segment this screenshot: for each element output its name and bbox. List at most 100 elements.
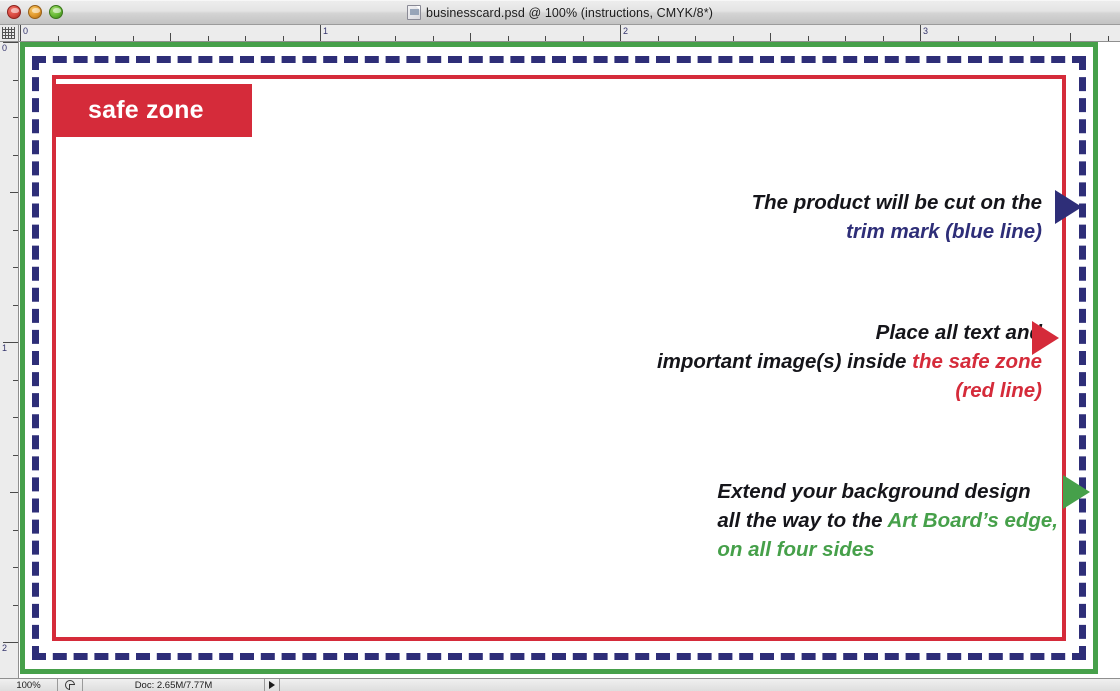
ruler-tick — [1107, 36, 1109, 41]
ruler-tick — [13, 604, 18, 606]
annotation-text: important image(s) inside — [656, 350, 913, 373]
annotation-line: (red line) — [657, 376, 1042, 405]
annotation-text: Place all text and — [875, 321, 1042, 344]
zoom-level-value: 100% — [16, 679, 41, 691]
horizontal-ruler[interactable]: 0 1 2 3 — [19, 25, 1120, 42]
annotation-line: The product will be cut on the — [752, 188, 1042, 217]
ruler-tick — [657, 36, 659, 41]
zoom-level-field[interactable]: 100% — [0, 679, 58, 691]
arrow-right-icon-safe — [1032, 321, 1059, 355]
ruler-tick — [13, 267, 18, 268]
ruler-label: 3 — [923, 26, 929, 36]
close-button[interactable] — [7, 5, 21, 19]
ruler-tick — [957, 36, 959, 41]
annotation-text: all the way to the — [717, 509, 888, 532]
annotation-safe-zone: Place all text and important image(s) in… — [657, 318, 1042, 405]
ruler-tick — [10, 492, 18, 493]
ruler-tick — [582, 36, 584, 41]
ruler-tick — [732, 36, 734, 41]
ruler-label: 2 — [2, 643, 8, 653]
document-canvas[interactable]: safe zone The product will be cut on the… — [19, 42, 1120, 678]
ruler-label: 1 — [323, 26, 329, 36]
ruler-tick — [770, 33, 771, 41]
ruler-tick — [395, 36, 396, 41]
ruler-tick — [432, 36, 434, 41]
ruler-tick — [320, 25, 321, 41]
annotation-text: The product will be cut on the — [751, 191, 1042, 214]
annotation-line: all the way to the Art Board’s edge, — [717, 506, 1058, 535]
ruler-label: 0 — [2, 43, 8, 53]
minimize-button[interactable] — [28, 5, 42, 19]
ruler-tick — [282, 36, 284, 41]
ruler-tick — [920, 25, 921, 41]
ruler-label: 1 — [2, 343, 8, 353]
document-info-icon[interactable] — [58, 679, 83, 691]
photoshop-document-icon — [407, 5, 422, 20]
annotation-text-highlight: the safe zone — [912, 350, 1042, 373]
ruler-tick — [13, 154, 18, 156]
annotation-bleed: Extend your background design all the wa… — [717, 477, 1058, 564]
arrow-right-icon-bleed — [1063, 475, 1090, 509]
vertical-ruler[interactable]: 0 1 2 — [0, 42, 19, 678]
annotation-text-highlight: Art Board’s edge, — [887, 509, 1059, 532]
status-bar-filler — [280, 679, 1120, 691]
ruler-tick — [507, 36, 509, 41]
safe-zone-badge-label: safe zone — [88, 96, 204, 124]
ruler-tick — [845, 36, 846, 41]
safe-zone-badge: safe zone — [52, 84, 252, 137]
annotation-trim-mark: The product will be cut on the trim mark… — [752, 188, 1042, 246]
ruler-tick — [13, 229, 18, 231]
document-size-field[interactable]: Doc: 2.65M/7.77M — [83, 679, 265, 691]
ruler-tick — [10, 192, 18, 193]
right-triangle-icon — [269, 681, 275, 689]
zoom-button[interactable] — [49, 5, 63, 19]
ruler-tick — [1032, 36, 1034, 41]
ruler-tick — [13, 304, 18, 306]
photoshop-document-window: businesscard.psd @ 100% (instructions, C… — [0, 0, 1120, 691]
status-bar: 100% Doc: 2.65M/7.77M — [0, 678, 1120, 691]
document-info-glyph — [65, 680, 75, 690]
ruler-tick — [245, 36, 246, 41]
ruler-tick — [995, 36, 996, 41]
ruler-tick — [357, 36, 359, 41]
ruler-unit-corner[interactable] — [0, 25, 19, 42]
ruler-tick — [470, 33, 471, 41]
ruler-tick — [545, 36, 546, 41]
ruler-tick — [13, 567, 18, 568]
ruler-tick — [132, 36, 134, 41]
ruler-tick — [13, 529, 18, 531]
annotation-line: Extend your background design — [717, 477, 1058, 506]
annotation-line: important image(s) inside the safe zone — [657, 347, 1042, 376]
annotation-line: trim mark (blue line) — [752, 217, 1042, 246]
document-size-value: Doc: 2.65M/7.77M — [134, 679, 213, 691]
window-title: businesscard.psd @ 100% (instructions, C… — [426, 5, 713, 20]
ruler-tick — [20, 25, 21, 41]
ruler-tick — [170, 33, 171, 41]
ruler-label: 0 — [23, 26, 29, 36]
ruler-tick — [13, 117, 18, 118]
ruler-tick — [57, 36, 59, 41]
ruler-tick — [13, 379, 18, 381]
ruler-tick — [95, 36, 96, 41]
ruler-tick — [695, 36, 696, 41]
ruler-tick — [13, 454, 18, 456]
annotation-text-highlight: (red line) — [955, 379, 1042, 402]
window-controls — [7, 5, 63, 19]
annotation-text-highlight: trim mark (blue line) — [846, 220, 1042, 243]
status-expand-button[interactable] — [265, 679, 280, 691]
ruler-tick — [1070, 33, 1071, 41]
arrow-right-icon-trim — [1055, 190, 1082, 224]
window-title-bar[interactable]: businesscard.psd @ 100% (instructions, C… — [0, 0, 1120, 25]
window-title-group: businesscard.psd @ 100% (instructions, C… — [0, 0, 1120, 25]
ruler-tick — [620, 25, 621, 41]
ruler-label: 2 — [623, 26, 629, 36]
ruler-tick — [807, 36, 809, 41]
ruler-tick — [13, 79, 18, 81]
annotation-text-highlight: on all four sides — [717, 538, 875, 561]
ruler-tick — [882, 36, 884, 41]
ruler-tick — [207, 36, 209, 41]
annotation-text: Extend your background design — [717, 480, 1031, 503]
annotation-line: Place all text and — [657, 318, 1042, 347]
annotation-line: on all four sides — [717, 535, 1058, 564]
ruler-tick — [13, 417, 18, 418]
